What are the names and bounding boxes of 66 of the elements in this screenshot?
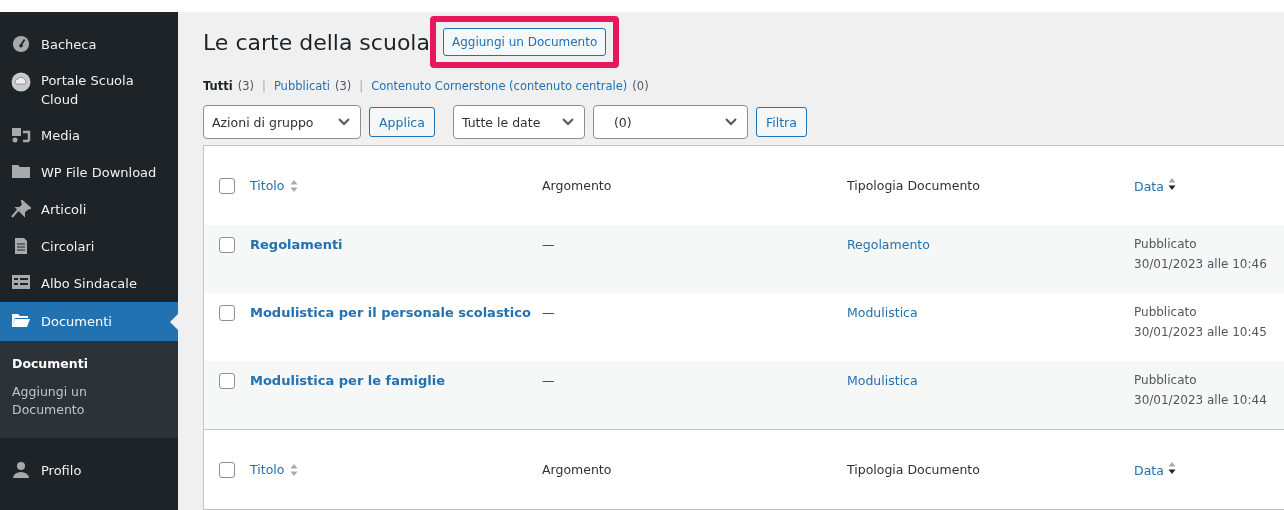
separator: | (262, 79, 266, 93)
document-title-link[interactable]: Modulistica per il personale scolastico (250, 305, 531, 320)
checkbox[interactable] (219, 177, 235, 194)
page-title: Le carte della scuola (203, 29, 430, 55)
sidebar-item[interactable]: Circolari (0, 228, 178, 265)
chevron-down-icon (561, 118, 574, 126)
topic-cell: — (542, 237, 555, 252)
sidebar-item[interactable]: Albo Sindacale (0, 265, 178, 302)
media-icon (11, 126, 31, 144)
sidebar-item[interactable]: Bacheca (0, 26, 178, 63)
column-header-link[interactable]: Titolo (250, 178, 285, 193)
date-select[interactable]: Tutte le date (452, 105, 585, 139)
column-header-link[interactable]: Data (1134, 179, 1164, 194)
column-header: Argomento (542, 178, 612, 193)
document-title-link[interactable]: Modulistica per le famiglie (250, 373, 446, 388)
view-filter-link[interactable]: Contenuto Cornerstone (contenuto centrale) (371, 79, 628, 93)
document-icon (13, 237, 29, 255)
open-folder-icon (11, 312, 31, 328)
separator: | (359, 79, 364, 93)
chevron-down-icon (724, 118, 737, 126)
date-text: 30/01/2023 alle 10:45 (1134, 325, 1268, 339)
add-document-button[interactable]: Aggiungi un Documento (442, 28, 607, 56)
cloud-logo-icon (11, 72, 31, 92)
column-header-link[interactable]: Titolo (250, 462, 285, 477)
date-text: 30/01/2023 alle 10:44 (1134, 393, 1268, 407)
pin-icon (11, 200, 31, 218)
checkbox[interactable] (219, 373, 235, 389)
checkbox[interactable] (219, 237, 235, 253)
checkbox[interactable] (219, 461, 235, 478)
filter-button[interactable]: Filtra (755, 107, 807, 137)
chevron-down-icon (338, 118, 350, 126)
view-filter-link[interactable]: Pubblicati (273, 79, 330, 93)
sidebar-item[interactable]: Profilo (0, 452, 178, 489)
submenu-item[interactable]: Aggiungi un Documento (0, 378, 130, 424)
column-header: Tipologia Documento (847, 178, 980, 193)
category-select[interactable]: (0) (592, 105, 748, 139)
list-board-icon (11, 274, 31, 290)
document-type-link[interactable]: Regolamento (847, 237, 930, 252)
user-icon (12, 461, 30, 479)
document-type-link[interactable]: Modulistica (847, 305, 918, 320)
checkbox[interactable] (219, 305, 235, 321)
topic-cell: — (542, 373, 555, 388)
sidebar-item[interactable]: Articoli (0, 191, 178, 228)
date-text: 30/01/2023 alle 10:46 (1134, 257, 1268, 271)
view-count: (3) (335, 79, 352, 93)
view-filter-link[interactable]: Tutti (203, 79, 233, 93)
apply-button[interactable]: Applica (369, 107, 435, 137)
column-header: Argomento (542, 462, 612, 477)
column-header-link[interactable]: Data (1134, 463, 1164, 478)
topic-cell: — (542, 305, 555, 320)
view-count: (0) (632, 79, 649, 93)
status-text: Pubblicato (1134, 237, 1198, 251)
status-text: Pubblicato (1134, 373, 1198, 387)
sidebar-item[interactable]: WP File Download (0, 154, 178, 191)
sidebar-item[interactable]: Documenti (0, 302, 178, 341)
bulk-actions-select[interactable]: Azioni di gruppo (203, 105, 361, 139)
document-type-link[interactable]: Modulistica (847, 373, 918, 388)
folder-icon (11, 163, 31, 179)
sidebar-item[interactable]: Portale Scuola Cloud (0, 63, 178, 117)
view-count: (3) (237, 79, 254, 93)
gauge-icon (12, 35, 30, 53)
submenu-item[interactable]: Documenti (0, 350, 130, 378)
status-text: Pubblicato (1134, 305, 1198, 319)
document-title-link[interactable]: Regolamenti (250, 237, 343, 252)
sidebar-item[interactable]: Media (0, 117, 178, 154)
column-header: Tipologia Documento (847, 462, 980, 477)
